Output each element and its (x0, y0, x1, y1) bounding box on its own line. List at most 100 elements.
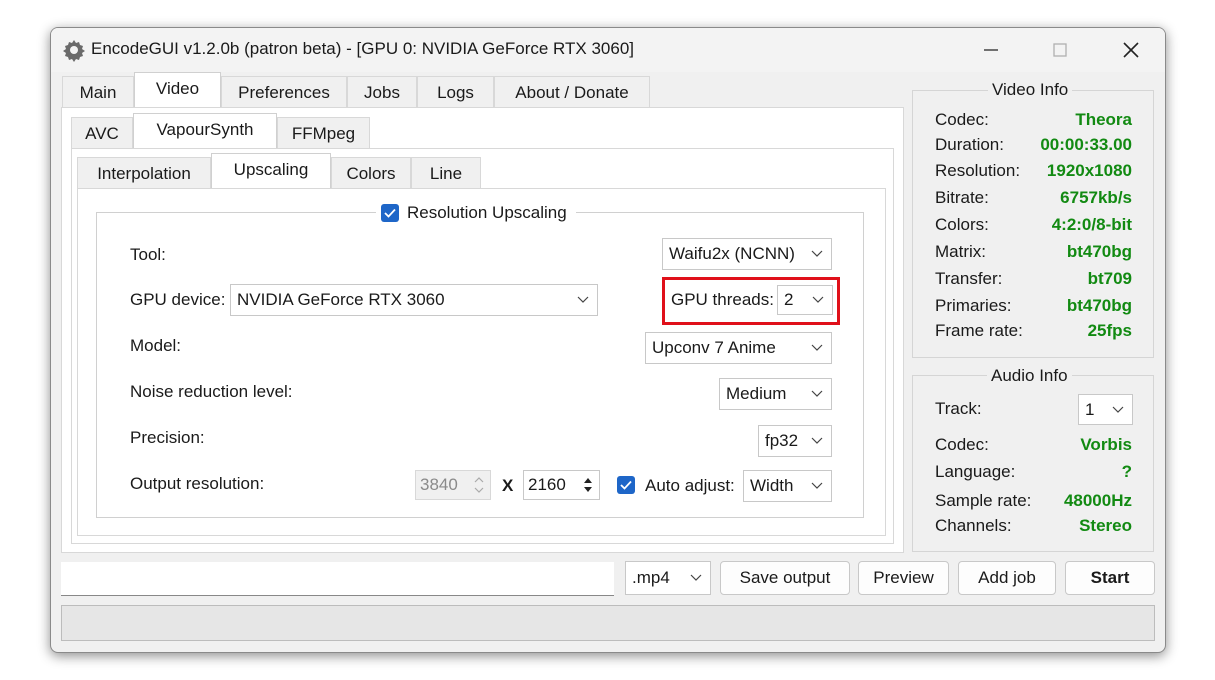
video-resolution-key: Resolution: (935, 161, 1021, 180)
spin-arrows-icon[interactable] (579, 473, 597, 497)
video-matrix-value: bt470bg (1066, 242, 1132, 261)
video-resolution-value: 1920x1080 (1046, 161, 1132, 180)
noise-reduction-select[interactable]: Medium (719, 378, 832, 410)
gpu-threads-label: GPU threads: (671, 290, 774, 309)
resolution-x-label: X (502, 476, 514, 495)
tab-jobs[interactable]: Jobs (347, 76, 417, 108)
video-bitrate-key: Bitrate: (935, 188, 989, 207)
output-width-value: 3840 (420, 475, 458, 494)
app-window: EncodeGUI v1.2.0b (patron beta) - [GPU 0… (50, 27, 1166, 653)
audio-codec-key: Codec: (935, 435, 989, 454)
output-path-input[interactable] (61, 562, 614, 596)
precision-value: fp32 (765, 431, 799, 450)
video-duration-value: 00:00:33.00 (1040, 135, 1132, 154)
chevron-down-icon (812, 296, 824, 303)
check-icon (384, 208, 396, 218)
audio-track-value: 1 (1085, 400, 1095, 419)
chevron-down-icon (811, 250, 823, 257)
title-bar: EncodeGUI v1.2.0b (patron beta) - [GPU 0… (51, 28, 1165, 72)
output-resolution-label: Output resolution: (130, 474, 265, 493)
gpu-device-select[interactable]: NVIDIA GeForce RTX 3060 (230, 284, 598, 316)
tab-ffmpeg[interactable]: FFMpeg (277, 117, 370, 149)
chevron-down-icon (690, 574, 702, 581)
precision-select[interactable]: fp32 (758, 425, 832, 457)
precision-label: Precision: (130, 428, 205, 447)
group-title: Resolution Upscaling (407, 203, 567, 222)
tab-about-donate[interactable]: About / Donate (494, 76, 650, 108)
video-colors-key: Colors: (935, 215, 989, 234)
audio-language-value: ? (1121, 462, 1132, 481)
check-icon (620, 480, 632, 490)
gpu-device-label: GPU device: (130, 290, 226, 309)
chevron-down-icon (811, 482, 823, 489)
audio-samplerate-value: 48000Hz (1063, 491, 1132, 510)
auto-adjust-select[interactable]: Width (743, 470, 832, 502)
audio-info-title: Audio Info (987, 366, 1072, 386)
extension-value: .mp4 (632, 568, 670, 587)
close-icon[interactable] (1119, 38, 1143, 62)
add-job-button[interactable]: Add job (958, 561, 1056, 595)
video-framerate-value: 25fps (1087, 321, 1132, 340)
video-info-title: Video Info (988, 80, 1073, 100)
auto-adjust-value: Width (750, 476, 794, 495)
auto-adjust-checkbox[interactable] (617, 476, 635, 494)
video-colors-value: 4:2:0/8-bit (1051, 215, 1132, 234)
tab-preferences[interactable]: Preferences (221, 76, 347, 108)
tab-upscaling[interactable]: Upscaling (211, 153, 331, 189)
chevron-down-icon (577, 296, 589, 303)
preview-button[interactable]: Preview (858, 561, 949, 595)
video-primaries-value: bt470bg (1066, 296, 1132, 315)
audio-samplerate-key: Sample rate: (935, 491, 1032, 510)
tab-logs[interactable]: Logs (417, 76, 494, 108)
spin-arrows-icon (474, 477, 484, 493)
video-codec-value: Theora (1075, 110, 1132, 129)
tab-main[interactable]: Main (62, 76, 134, 108)
extension-select[interactable]: .mp4 (625, 561, 711, 595)
model-label: Model: (130, 336, 182, 355)
video-codec-key: Codec: (935, 110, 989, 129)
tool-select[interactable]: Waifu2x (NCNN) (662, 238, 832, 270)
start-button[interactable]: Start (1065, 561, 1155, 595)
chevron-down-icon (811, 437, 823, 444)
tab-avc[interactable]: AVC (71, 117, 133, 149)
progress-bar (61, 605, 1155, 641)
chevron-down-icon (811, 344, 823, 351)
chevron-down-icon (811, 390, 823, 397)
video-transfer-key: Transfer: (935, 269, 1003, 288)
video-bitrate-value: 6757kb/s (1060, 188, 1132, 207)
tab-line[interactable]: Line (411, 157, 481, 189)
audio-track-key: Track: (935, 399, 982, 418)
video-framerate-key: Frame rate: (935, 321, 1023, 340)
tab-video[interactable]: Video (134, 72, 221, 108)
maximize-icon[interactable] (1048, 38, 1072, 62)
tool-label: Tool: (130, 245, 166, 264)
gear-icon (63, 40, 85, 62)
auto-adjust-label: Auto adjust: (645, 476, 735, 495)
tool-select-value: Waifu2x (NCNN) (669, 244, 795, 263)
window-title: EncodeGUI v1.2.0b (patron beta) - [GPU 0… (91, 39, 634, 58)
tab-colors[interactable]: Colors (331, 157, 411, 189)
audio-track-select[interactable]: 1 (1078, 394, 1133, 425)
tab-interpolation[interactable]: Interpolation (77, 157, 211, 189)
audio-channels-value: Stereo (1079, 516, 1132, 535)
output-height-spinbox[interactable]: 2160 (523, 470, 600, 500)
model-select-value: Upconv 7 Anime (652, 338, 776, 357)
tab-vapoursynth[interactable]: VapourSynth (133, 113, 277, 149)
resolution-upscaling-checkbox[interactable] (381, 204, 399, 222)
chevron-down-icon (1112, 406, 1124, 413)
gpu-threads-value: 2 (784, 290, 794, 309)
video-transfer-value: bt709 (1087, 269, 1132, 288)
model-select[interactable]: Upconv 7 Anime (645, 332, 832, 364)
gpu-threads-select[interactable]: 2 (777, 285, 833, 315)
video-duration-key: Duration: (935, 135, 1004, 154)
noise-reduction-label: Noise reduction level: (130, 382, 293, 401)
minimize-icon[interactable] (979, 38, 1003, 62)
output-width-spinbox: 3840 (415, 470, 491, 500)
save-output-button[interactable]: Save output (720, 561, 850, 595)
audio-channels-key: Channels: (935, 516, 1012, 535)
video-primaries-key: Primaries: (935, 296, 1012, 315)
audio-codec-value: Vorbis (1080, 435, 1132, 454)
video-matrix-key: Matrix: (935, 242, 986, 261)
gpu-device-value: NVIDIA GeForce RTX 3060 (237, 290, 445, 309)
output-height-value: 2160 (528, 475, 566, 494)
